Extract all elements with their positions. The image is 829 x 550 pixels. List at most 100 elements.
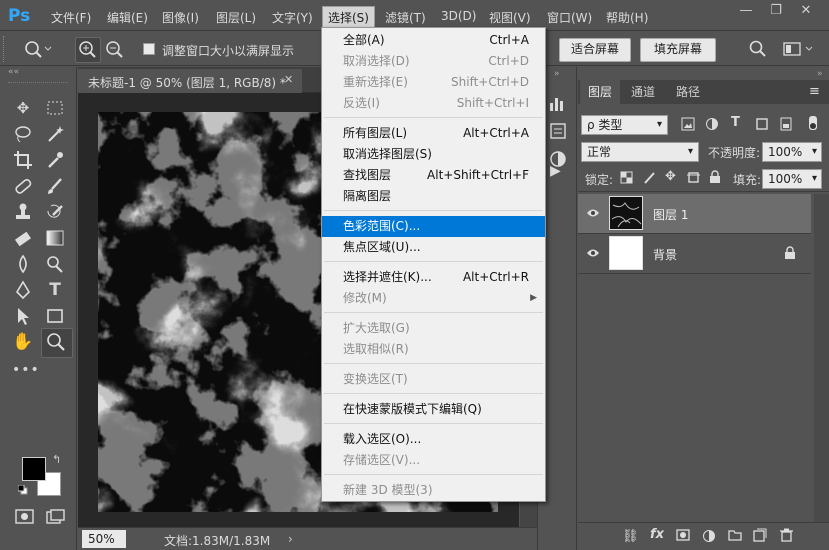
menu-file[interactable]: 文件(F) bbox=[51, 9, 91, 26]
menu-edit[interactable]: 编辑(E) bbox=[107, 9, 148, 26]
more-tools-icon[interactable]: ••• bbox=[12, 359, 39, 381]
healing-brush-tool-icon[interactable] bbox=[12, 175, 34, 197]
grip-handle[interactable] bbox=[3, 36, 6, 62]
collapse-panel-icon[interactable]: » bbox=[817, 69, 823, 79]
visibility-eye-icon[interactable] bbox=[586, 247, 600, 259]
add-mask-icon[interactable] bbox=[676, 529, 690, 545]
menu-layer[interactable]: 图层(L) bbox=[216, 9, 256, 26]
minimize-icon[interactable]: — bbox=[736, 3, 756, 21]
marquee-tool-icon[interactable] bbox=[44, 97, 66, 119]
fit-screen-button[interactable]: 适合屏幕 bbox=[559, 38, 631, 62]
menu-filter[interactable]: 滤镜(T) bbox=[385, 9, 426, 26]
new-group-icon[interactable] bbox=[728, 529, 742, 545]
close-tab-icon[interactable]: ✕ bbox=[284, 73, 293, 86]
layer-style-fx-icon[interactable]: fx bbox=[650, 527, 664, 542]
blend-mode-select[interactable]: 正常 ▾ bbox=[581, 142, 699, 162]
path-selection-tool-icon[interactable] bbox=[12, 305, 34, 327]
restore-icon[interactable]: ❐ bbox=[766, 3, 786, 21]
menu-item-find-layers[interactable]: 查找图层 Alt+Shift+Ctrl+F bbox=[322, 165, 545, 186]
layers-scrollbar[interactable] bbox=[814, 194, 829, 522]
zoom-out-icon[interactable] bbox=[103, 38, 125, 60]
document-tab[interactable]: 未标题-1 @ 50% (图层 1, RGB/8) * ✕ bbox=[78, 69, 302, 93]
resize-windows-checkbox[interactable] bbox=[143, 43, 155, 55]
layer-row[interactable]: 图层 1 bbox=[578, 194, 811, 233]
crop-tool-icon[interactable] bbox=[12, 149, 34, 171]
tab-channels[interactable]: 通道 bbox=[622, 80, 664, 104]
type-tool-icon[interactable]: T bbox=[44, 279, 66, 301]
close-icon[interactable]: ✕ bbox=[796, 3, 816, 21]
clone-stamp-tool-icon[interactable] bbox=[12, 201, 34, 223]
layer-row[interactable]: 背景 bbox=[578, 234, 811, 273]
hand-tool-icon[interactable]: ✋ bbox=[12, 331, 34, 353]
zoom-in-icon[interactable] bbox=[75, 37, 101, 63]
zoom-tool-preset-icon[interactable] bbox=[22, 39, 52, 59]
workspace-switcher-icon[interactable] bbox=[782, 40, 816, 58]
link-layers-icon[interactable]: ⛓ bbox=[622, 529, 639, 544]
menu-item-all[interactable]: 全部(A) Ctrl+A bbox=[322, 30, 545, 51]
pen-tool-icon[interactable] bbox=[12, 279, 34, 301]
zoom-tool-icon[interactable] bbox=[41, 328, 73, 358]
play-action-icon[interactable]: ▶ bbox=[550, 163, 572, 185]
opacity-field[interactable]: 100% ▾ bbox=[762, 142, 822, 162]
fill-field[interactable]: 100% ▾ bbox=[762, 169, 822, 189]
zoom-level-field[interactable]: 50% bbox=[82, 530, 126, 548]
tab-paths[interactable]: 路径 bbox=[667, 80, 709, 104]
foreground-color-swatch[interactable] bbox=[22, 457, 46, 481]
eyedropper-tool-icon[interactable] bbox=[44, 149, 66, 171]
fill-screen-button[interactable]: 填充屏幕 bbox=[640, 38, 716, 62]
menu-image[interactable]: 图像(I) bbox=[162, 9, 199, 26]
filter-toggle-switch[interactable] bbox=[809, 116, 817, 130]
layer-name[interactable]: 背景 bbox=[653, 246, 677, 263]
menu-view[interactable]: 视图(V) bbox=[489, 9, 531, 26]
layer-name[interactable]: 图层 1 bbox=[653, 206, 688, 223]
lock-image-pixels-icon[interactable] bbox=[643, 171, 656, 188]
brush-tool-icon[interactable] bbox=[44, 175, 66, 197]
menu-item-focus-area[interactable]: 焦点区域(U)... bbox=[322, 237, 545, 258]
collapse-icon[interactable]: «« bbox=[8, 67, 19, 77]
filter-smart-object-icon[interactable] bbox=[779, 117, 793, 135]
menu-item-color-range[interactable]: 色彩范围(C)... bbox=[322, 216, 545, 237]
histogram-panel-icon[interactable] bbox=[548, 93, 568, 113]
rectangle-tool-icon[interactable] bbox=[44, 305, 66, 327]
lock-position-icon[interactable]: ✥ bbox=[665, 169, 676, 184]
lasso-tool-icon[interactable] bbox=[12, 123, 34, 145]
menu-item-quick-mask[interactable]: 在快速蒙版模式下编辑(Q) bbox=[322, 399, 545, 420]
menu-item-isolate-layers[interactable]: 隔离图层 bbox=[322, 186, 545, 207]
menu-help[interactable]: 帮助(H) bbox=[606, 9, 648, 26]
history-brush-tool-icon[interactable] bbox=[44, 201, 66, 223]
expand-panels-icon[interactable]: » bbox=[554, 69, 560, 79]
panel-menu-icon[interactable]: ≡ bbox=[809, 84, 820, 99]
lock-all-icon[interactable] bbox=[709, 170, 721, 188]
tab-layers[interactable]: 图层 bbox=[580, 80, 620, 104]
adjustment-layer-icon[interactable] bbox=[702, 529, 716, 547]
menu-item-deselect-layers[interactable]: 取消选择图层(S) bbox=[322, 144, 545, 165]
filter-shape-icon[interactable] bbox=[755, 117, 769, 135]
layer-filter-kind-select[interactable]: ρ 类型 ▾ bbox=[581, 115, 668, 135]
gradient-tool-icon[interactable] bbox=[44, 227, 66, 249]
menu-item-all-layers[interactable]: 所有图层(L) Alt+Ctrl+A bbox=[322, 123, 545, 144]
default-colors-icon[interactable] bbox=[17, 484, 28, 495]
menu-window[interactable]: 窗口(W) bbox=[547, 9, 592, 26]
swap-colors-icon[interactable]: ↰ bbox=[52, 453, 61, 466]
lock-artboard-icon[interactable] bbox=[687, 171, 700, 188]
grip-handle[interactable] bbox=[8, 82, 68, 83]
magic-wand-tool-icon[interactable] bbox=[44, 123, 66, 145]
menu-3d[interactable]: 3D(D) bbox=[441, 9, 476, 23]
dodge-tool-icon[interactable] bbox=[44, 253, 66, 275]
eraser-tool-icon[interactable] bbox=[12, 227, 34, 249]
visibility-eye-icon[interactable] bbox=[586, 207, 600, 219]
filter-type-icon[interactable]: T bbox=[731, 115, 740, 130]
delete-layer-icon[interactable] bbox=[780, 528, 793, 546]
screen-mode-icon[interactable] bbox=[46, 509, 66, 525]
status-menu-arrow-icon[interactable]: › bbox=[288, 532, 293, 546]
lock-transparent-pixels-icon[interactable] bbox=[620, 171, 633, 188]
search-icon[interactable] bbox=[748, 39, 768, 59]
menu-item-load-selection[interactable]: 载入选区(O)... bbox=[322, 429, 545, 450]
filter-adjustment-icon[interactable] bbox=[705, 117, 719, 135]
new-layer-icon[interactable] bbox=[753, 528, 767, 546]
menu-select[interactable]: 选择(S) bbox=[322, 6, 375, 29]
blur-tool-icon[interactable] bbox=[12, 253, 34, 275]
filter-pixel-icon[interactable] bbox=[681, 117, 695, 135]
menu-item-select-and-mask[interactable]: 选择并遮住(K)... Alt+Ctrl+R bbox=[322, 267, 545, 288]
move-tool-icon[interactable]: ✥ bbox=[12, 97, 34, 119]
